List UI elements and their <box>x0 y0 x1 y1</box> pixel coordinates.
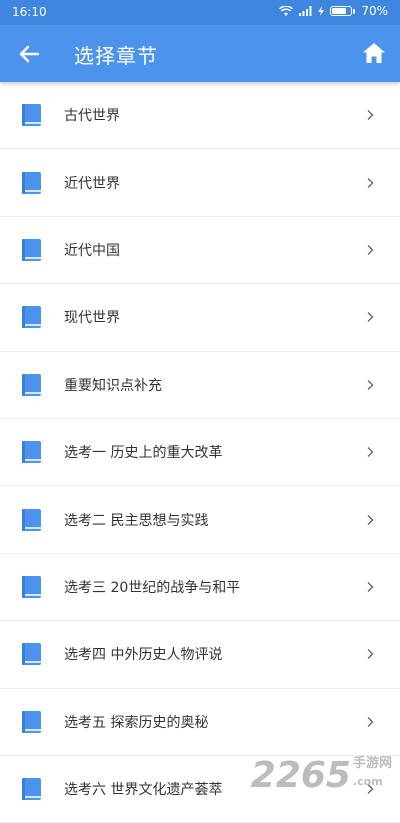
list-item-label: 选考六 世界文化遗产荟萃 <box>64 782 223 799</box>
watermark-brand: 手游网 <box>352 756 392 771</box>
chevron-right-icon <box>367 312 374 323</box>
list-item-label: 选考三 20世纪的战争与和平 <box>64 579 241 596</box>
list-item-label: 古代世界 <box>64 108 120 125</box>
list-item-label: 选考四 中外历史人物评说 <box>64 647 223 664</box>
book-icon <box>22 508 41 531</box>
book-icon <box>22 710 41 733</box>
list-item-label: 选考五 探索历史的奥秘 <box>64 714 209 731</box>
back-arrow-icon[interactable] <box>14 39 44 69</box>
book-icon <box>22 171 41 194</box>
chevron-right-icon <box>367 716 374 727</box>
list-item[interactable]: 近代世界 <box>0 149 400 217</box>
battery-percent: 70% <box>361 4 388 18</box>
watermark-number: 2265 <box>250 755 351 796</box>
watermark-suffix: .com <box>352 775 383 788</box>
list-item[interactable]: 近代中国 <box>0 217 400 285</box>
status-bar: 16:10 70% <box>0 0 400 25</box>
chevron-right-icon <box>367 110 374 121</box>
signal-icon <box>299 6 312 16</box>
list-item-label: 选考二 民主思想与实践 <box>64 512 209 529</box>
charging-icon <box>318 6 325 16</box>
wifi-icon <box>279 5 294 16</box>
status-time: 16:10 <box>12 5 47 19</box>
book-icon <box>22 778 41 801</box>
list-item[interactable]: 选考二 民主思想与实践 <box>0 486 400 554</box>
list-item[interactable]: 现代世界 <box>0 284 400 352</box>
book-icon <box>22 373 41 396</box>
book-icon <box>22 238 41 261</box>
chevron-right-icon <box>367 581 374 592</box>
list-item-label: 现代世界 <box>64 310 120 327</box>
status-indicators: 70% <box>279 4 388 18</box>
list-item[interactable]: 古代世界 <box>0 82 400 150</box>
list-item[interactable]: 选考四 中外历史人物评说 <box>0 621 400 689</box>
book-icon <box>22 306 41 329</box>
chevron-right-icon <box>367 514 374 525</box>
list-item[interactable]: 选考五 探索历史的奥秘 <box>0 689 400 756</box>
list-item-label: 重要知识点补充 <box>64 377 162 394</box>
battery-tip <box>353 8 356 14</box>
app-bar: 选择章节 <box>0 25 400 82</box>
chevron-right-icon <box>367 244 374 255</box>
chapter-list: 古代世界近代世界近代中国现代世界重要知识点补充选考一 历史上的重大改革 选考二 民… <box>0 82 400 823</box>
page-title: 选择章节 <box>74 44 158 68</box>
home-icon[interactable] <box>360 39 388 67</box>
book-icon <box>22 441 41 464</box>
list-item-label: 近代中国 <box>64 242 120 259</box>
book-icon <box>22 643 41 666</box>
chevron-right-icon <box>367 177 374 188</box>
watermark-logo: 2265 手游网 .com <box>251 752 392 794</box>
battery-icon <box>330 6 353 16</box>
book-icon <box>22 104 41 127</box>
list-item[interactable]: 选考一 历史上的重大改革 <box>0 419 400 487</box>
list-item-label: 近代世界 <box>64 175 120 192</box>
list-item[interactable]: 选考三 20世纪的战争与和平 <box>0 554 400 622</box>
chevron-right-icon <box>367 379 374 390</box>
list-item[interactable]: 重要知识点补充 <box>0 352 400 419</box>
list-item-label: 选考一 历史上的重大改革 <box>64 445 223 462</box>
chevron-right-icon <box>367 649 374 660</box>
book-icon <box>22 575 41 598</box>
chevron-right-icon <box>367 447 374 458</box>
